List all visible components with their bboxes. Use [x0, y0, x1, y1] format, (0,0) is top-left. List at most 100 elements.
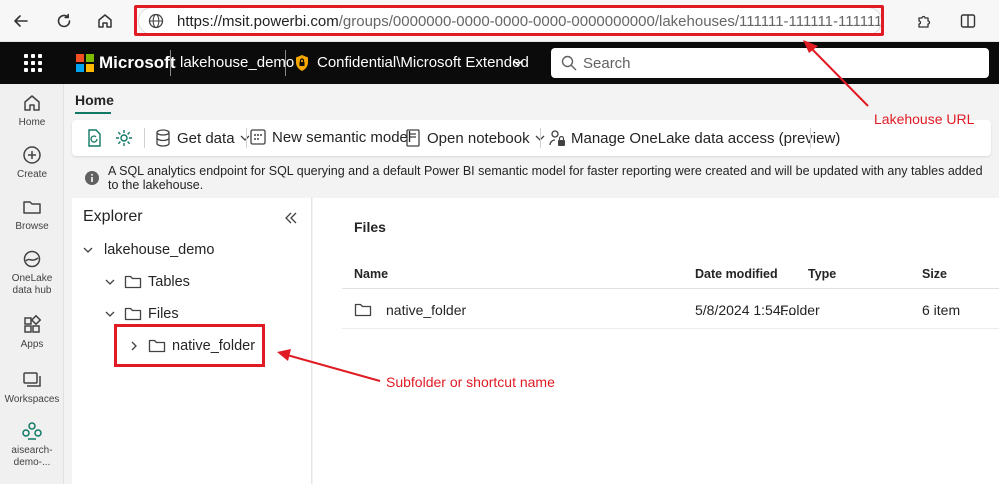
- annotation-subfolder-name: Subfolder or shortcut name: [386, 374, 555, 390]
- semantic-model-icon: [250, 129, 266, 145]
- cell-type: Folder: [780, 302, 820, 318]
- split-screen-icon: [960, 14, 976, 28]
- tree-item-tables[interactable]: Tables: [104, 274, 190, 290]
- folder-icon: [354, 303, 372, 317]
- database-icon: [156, 129, 170, 147]
- split-screen-button[interactable]: [956, 9, 980, 33]
- header-divider: [170, 50, 171, 76]
- tab-underline: [75, 112, 111, 114]
- rail-label: Workspaces: [4, 394, 60, 405]
- arrow-left-icon: [14, 15, 28, 27]
- row-divider: [342, 328, 999, 329]
- info-message-bar: A SQL analytics endpoint for SQL queryin…: [72, 164, 991, 192]
- app-launcher-icon[interactable]: [24, 54, 42, 72]
- cell-name[interactable]: native_folder: [386, 302, 466, 318]
- rail-label: OneLake data hub: [11, 273, 53, 296]
- subfolder-highlight-box: [114, 324, 265, 367]
- apps-icon: [24, 314, 42, 333]
- house-icon: [98, 14, 112, 28]
- plus-circle-icon: [23, 146, 41, 164]
- tree-label: Tables: [148, 274, 190, 290]
- lock-person-icon: [549, 130, 565, 146]
- chevron-down-icon: [105, 311, 115, 317]
- search-placeholder: Search: [583, 54, 631, 72]
- back-button[interactable]: [9, 9, 33, 33]
- rail-label: Apps: [20, 339, 44, 350]
- column-header-type[interactable]: Type: [808, 267, 836, 281]
- rail-item-workspaces[interactable]: Workspaces: [0, 369, 64, 406]
- rail-item-apps[interactable]: Apps: [0, 314, 64, 351]
- extensions-button[interactable]: [912, 9, 936, 33]
- get-data-button[interactable]: Get data: [154, 128, 256, 148]
- toolbar-divider: [810, 128, 811, 148]
- rail-label: Browse: [15, 221, 49, 232]
- info-message-text: A SQL analytics endpoint for SQL queryin…: [108, 164, 983, 192]
- column-header-size[interactable]: Size: [922, 267, 947, 281]
- folder-icon: [124, 275, 142, 289]
- rail-item-onelake-data-hub[interactable]: OneLake data hub: [0, 248, 64, 297]
- chevron-down-icon: [105, 279, 115, 285]
- tree-label: Files: [148, 306, 179, 322]
- rail-label: Home: [18, 117, 46, 128]
- sensitivity-label[interactable]: Confidential\Microsoft Extended: [317, 54, 529, 71]
- refresh-icon: [57, 13, 71, 28]
- explorer-title: Explorer: [83, 208, 143, 225]
- refresh-document-icon: [88, 129, 101, 147]
- onelake-icon: [23, 250, 41, 268]
- toolbar-divider: [144, 128, 145, 148]
- workspace-people-icon: [22, 422, 42, 440]
- settings-button[interactable]: [114, 128, 139, 148]
- search-icon: [561, 55, 577, 71]
- search-input[interactable]: Search: [551, 48, 989, 78]
- workspace-name[interactable]: lakehouse_demo: [180, 54, 294, 71]
- sensitivity-shield-icon: [296, 55, 308, 71]
- rail-label: aisearch-demo-...: [11, 445, 53, 468]
- home-icon: [24, 95, 40, 111]
- browser-toolbar: https://msit.powerbi.com/groups/0000000-…: [0, 0, 999, 42]
- rail-item-browse[interactable]: Browse: [0, 196, 64, 233]
- app-header: Microsoft lakehouse_demo Confidential\Mi…: [0, 42, 999, 84]
- info-icon: [85, 171, 99, 185]
- manage-onelake-access-button[interactable]: Manage OneLake data access (preview): [548, 128, 840, 148]
- folder-icon: [124, 307, 142, 321]
- brand-name: Microsoft: [99, 53, 176, 72]
- main-area: Home Get data New semantic model Open no…: [64, 84, 999, 484]
- tree-item-lakehouse[interactable]: lakehouse_demo: [82, 242, 214, 258]
- gear-icon: [116, 130, 132, 146]
- open-notebook-label: Open notebook: [427, 129, 530, 147]
- cell-size: 6 item: [922, 302, 961, 318]
- toolbar-divider: [246, 128, 247, 148]
- rail-item-home[interactable]: Home: [0, 92, 64, 129]
- tree-item-files[interactable]: Files: [104, 306, 179, 322]
- rail-label: Create: [16, 169, 47, 180]
- rail-item-current-workspace[interactable]: aisearch-demo-...: [0, 420, 64, 469]
- notebook-icon: [406, 129, 420, 147]
- toolbar-divider: [540, 128, 541, 148]
- rail-item-create[interactable]: Create: [0, 144, 64, 181]
- workspaces-icon: [23, 372, 41, 387]
- header-divider: [285, 50, 286, 76]
- new-semantic-model-button[interactable]: New semantic model: [249, 128, 411, 146]
- files-panel: Files Name Date modified Type Size nativ…: [313, 198, 999, 484]
- tree-label: lakehouse_demo: [104, 242, 215, 258]
- ribbon-toolbar: Get data New semantic model Open noteboo…: [72, 120, 991, 156]
- refresh-button[interactable]: [52, 9, 76, 33]
- chevron-down-icon: [83, 247, 93, 253]
- get-data-label: Get data: [177, 129, 235, 147]
- column-header-name[interactable]: Name: [354, 267, 388, 281]
- refresh-lakehouse-button[interactable]: [84, 128, 109, 148]
- files-title: Files: [354, 219, 386, 235]
- new-semantic-model-label: New semantic model: [272, 128, 412, 146]
- column-header-date[interactable]: Date modified: [695, 267, 778, 281]
- puzzle-icon: [918, 15, 931, 28]
- folder-icon: [23, 201, 41, 214]
- annotation-lakehouse-url: Lakehouse URL: [874, 111, 975, 127]
- open-notebook-button[interactable]: Open notebook: [404, 128, 551, 148]
- explorer-pane: Explorer lakehouse_demo Tables Files nat…: [72, 198, 312, 484]
- home-button[interactable]: [93, 9, 117, 33]
- collapse-pane-icon[interactable]: [284, 211, 298, 225]
- header-divider: [342, 288, 999, 289]
- tab-home[interactable]: Home: [75, 92, 114, 108]
- chevron-down-icon[interactable]: [512, 57, 524, 69]
- manage-onelake-access-label: Manage OneLake data access (preview): [571, 129, 841, 147]
